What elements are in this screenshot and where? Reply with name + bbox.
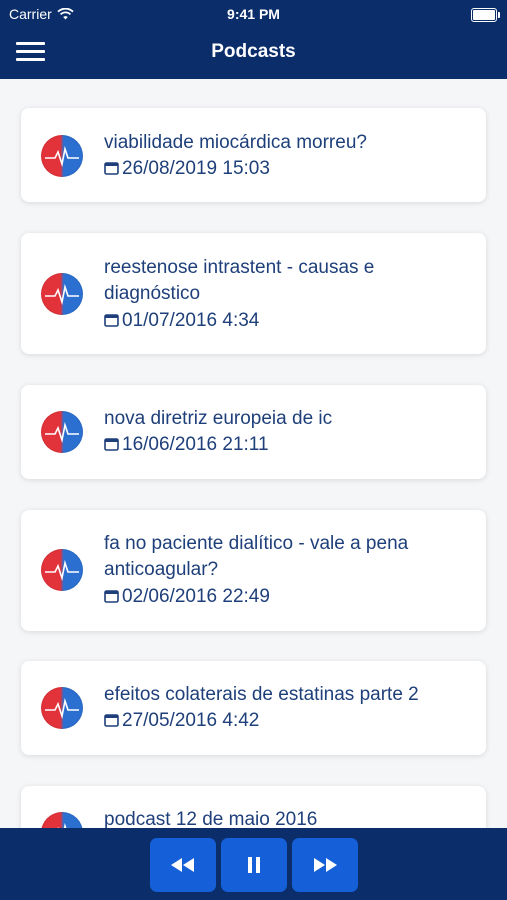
podcast-title: nova diretriz europeia de ic [104, 408, 333, 429]
battery-level [473, 10, 495, 20]
podcast-date: 02/06/2016 22:49 [104, 584, 270, 610]
podcast-card[interactable]: reestenose intrastent - causas e diagnós… [21, 233, 486, 354]
calendar-icon [104, 314, 119, 327]
status-time: 9:41 PM [227, 6, 280, 22]
podcast-card[interactable]: nova diretriz europeia de ic 16/06/2016 … [21, 385, 486, 479]
podcast-date: 27/05/2016 4:42 [104, 708, 259, 734]
podcast-card[interactable]: efeitos colaterais de estatinas parte 2 … [21, 661, 486, 755]
podcast-list[interactable]: viabilidade miocárdica morreu? 26/08/201… [0, 79, 507, 828]
podcast-card[interactable]: fa no paciente dialítico - vale a pena a… [21, 510, 486, 631]
podcast-card[interactable]: viabilidade miocárdica morreu? 26/08/201… [21, 108, 486, 202]
status-bar: Carrier 9:41 PM [0, 0, 507, 28]
rewind-icon [171, 858, 194, 872]
rewind-button[interactable] [150, 838, 216, 892]
podcast-date: 01/07/2016 4:34 [104, 308, 259, 334]
calendar-icon [104, 590, 119, 603]
audio-player-bar [0, 828, 507, 900]
pause-button[interactable] [221, 838, 287, 892]
podcast-date: 16/06/2016 21:11 [104, 432, 269, 458]
battery-icon [471, 8, 500, 22]
podcast-date-text: 26/08/2019 15:03 [122, 158, 270, 179]
heart-logo-icon [41, 273, 83, 315]
heart-logo-icon [41, 411, 83, 453]
calendar-icon [104, 162, 119, 175]
heart-logo-icon [41, 687, 83, 729]
fast-forward-icon [314, 858, 337, 872]
podcast-date: 26/08/2019 15:03 [104, 156, 270, 182]
app-header: Carrier 9:41 PM Podcasts [0, 0, 507, 79]
podcast-title: efeitos colaterais de estatinas parte 2 [104, 684, 419, 705]
page-title: Podcasts [211, 41, 296, 62]
pause-icon [248, 857, 260, 873]
podcast-title: fa no paciente dialítico - vale a pena a… [104, 533, 409, 580]
heart-logo-icon [41, 135, 83, 177]
calendar-icon [104, 714, 119, 727]
podcast-title: podcast 12 de maio 2016 [104, 809, 318, 828]
podcast-date-text: 01/07/2016 4:34 [122, 310, 260, 331]
heart-logo-icon [41, 549, 83, 591]
heart-logo-icon [41, 812, 83, 828]
podcast-date-text: 16/06/2016 21:11 [122, 434, 269, 455]
podcast-date-text: 27/05/2016 4:42 [122, 710, 260, 731]
podcast-card[interactable]: podcast 12 de maio 2016 [21, 786, 486, 828]
podcast-title: reestenose intrastent - causas e diagnós… [104, 257, 375, 304]
calendar-icon [104, 438, 119, 451]
fast-forward-button[interactable] [292, 838, 358, 892]
podcast-date-text: 02/06/2016 22:49 [122, 586, 270, 607]
podcast-title: viabilidade miocárdica morreu? [104, 132, 367, 153]
